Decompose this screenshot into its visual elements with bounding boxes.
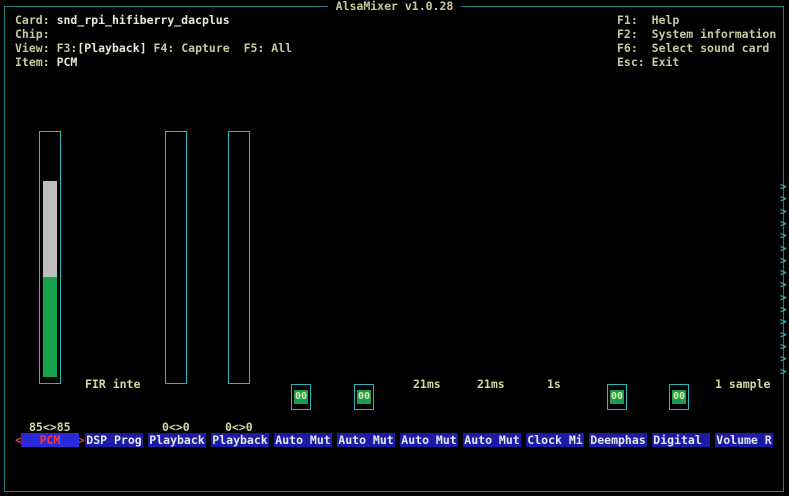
control-name-auto-mute-4[interactable]: Auto Mut — [463, 433, 521, 447]
item-value: PCM — [56, 55, 78, 69]
help-key: Esc: — [617, 55, 645, 69]
switch-state: 00 — [672, 390, 686, 404]
view-f3-key: F3: — [56, 41, 78, 55]
control-name-deemphasis[interactable]: Deemphas — [589, 433, 647, 447]
digital-switch[interactable]: 00 — [669, 384, 689, 410]
window-title: AlsaMixer v1.0.28 — [327, 0, 462, 13]
card-value: snd_rpi_hifiberry_dacplus — [56, 13, 230, 27]
help-line-4[interactable]: Esc: Exit — [617, 55, 679, 69]
chip-label: Chip: — [15, 27, 50, 41]
help-text: System information — [651, 27, 777, 41]
deemphasis-switch[interactable]: 00 — [607, 384, 627, 410]
control-name-auto-mute-2[interactable]: Auto Mut — [337, 433, 395, 447]
control-name-pcm[interactable]: PCM — [21, 433, 79, 447]
pcm-value: 85<>85 — [29, 420, 71, 434]
item-label: Item: — [15, 55, 50, 69]
control-name-playback-1[interactable]: Playback — [148, 433, 206, 447]
playback-value-1: 0<>0 — [162, 420, 190, 434]
control-name-playback-2[interactable]: Playback — [211, 433, 269, 447]
mixer-frame — [4, 6, 784, 492]
help-text: Exit — [651, 55, 680, 69]
control-name-auto-mute-3[interactable]: Auto Mut — [400, 433, 458, 447]
help-key: F2: — [617, 27, 638, 41]
control-name-clock[interactable]: Clock Mi — [526, 433, 584, 447]
playback-value-2: 0<>0 — [225, 420, 253, 434]
view-label: View: — [15, 41, 50, 55]
card-label: Card: — [15, 13, 50, 27]
help-text: Select sound card — [651, 41, 770, 55]
help-text: Help — [651, 13, 680, 27]
help-line-1[interactable]: F1: Help — [617, 13, 679, 27]
item-line: Item: PCM — [15, 55, 77, 69]
help-key: F6: — [617, 41, 638, 55]
playback-volume-bar-2[interactable] — [228, 131, 250, 384]
view-capture-tab[interactable]: F4: Capture — [154, 41, 230, 55]
clock-value[interactable]: 1s — [547, 377, 561, 391]
pcm-level-low — [43, 277, 57, 377]
control-name-dsp-prog[interactable]: DSP Prog — [85, 433, 143, 447]
dsp-prog-value[interactable]: FIR inte — [85, 377, 140, 391]
playback-volume-bar-1[interactable] — [165, 131, 187, 384]
control-name-digital[interactable]: Digital — [652, 433, 710, 447]
view-all-tab[interactable]: F5: All — [244, 41, 292, 55]
auto-mute-time-1[interactable]: 21ms — [413, 377, 441, 391]
auto-mute-switch-1[interactable]: 00 — [291, 384, 311, 410]
pcm-volume-bar[interactable] — [39, 131, 61, 384]
window-title-bar: AlsaMixer v1.0.28 — [0, 0, 789, 13]
switch-state: 00 — [294, 390, 308, 404]
chip-line: Chip: — [15, 27, 57, 41]
card-line: Card: snd_rpi_hifiberry_dacplus — [15, 13, 230, 27]
scroll-arrow: > — [780, 364, 787, 378]
help-line-3[interactable]: F6: Select sound card — [617, 41, 769, 55]
help-line-2[interactable]: F2: System information — [617, 27, 776, 41]
help-key: F1: — [617, 13, 638, 27]
volume-ramp-value[interactable]: 1 sample — [715, 377, 770, 391]
auto-mute-time-2[interactable]: 21ms — [477, 377, 505, 391]
switch-state: 00 — [610, 390, 624, 404]
switch-state: 00 — [357, 390, 371, 404]
pcm-level-high — [43, 181, 57, 277]
auto-mute-switch-2[interactable]: 00 — [354, 384, 374, 410]
control-name-auto-mute-1[interactable]: Auto Mut — [274, 433, 332, 447]
view-line: View: F3:[Playback] F4: Capture F5: All — [15, 41, 292, 55]
control-name-volume-ramp[interactable]: Volume R — [715, 433, 773, 447]
selection-arrow-right: > — [78, 433, 85, 447]
view-playback-tab[interactable]: [Playback] — [77, 41, 146, 55]
